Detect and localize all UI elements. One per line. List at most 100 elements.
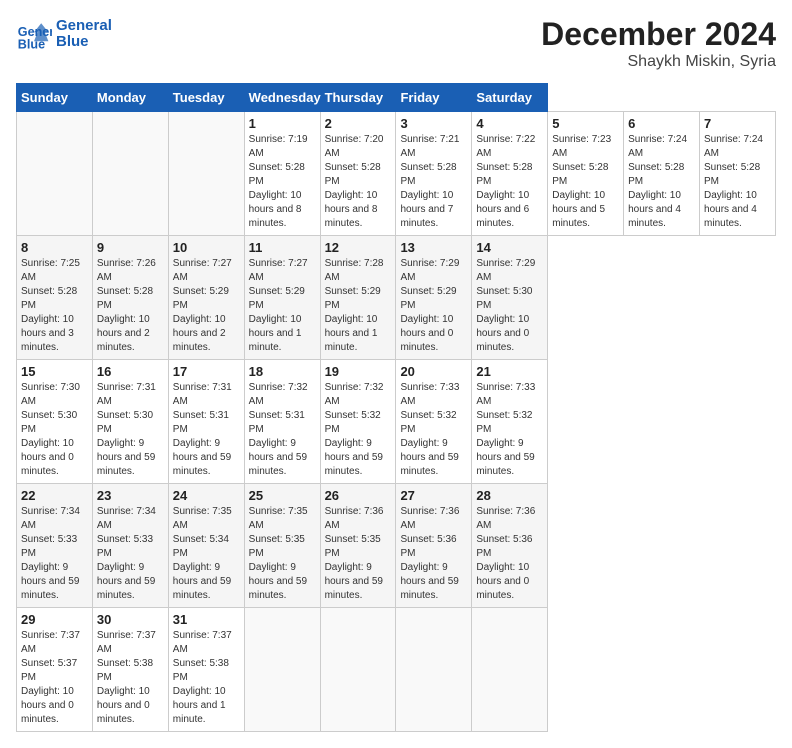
day-number: 7: [704, 116, 771, 131]
calendar-cell: [320, 608, 396, 732]
calendar-cell: 11 Sunrise: 7:27 AMSunset: 5:29 PMDaylig…: [244, 236, 320, 360]
calendar-cell: 3 Sunrise: 7:21 AMSunset: 5:28 PMDayligh…: [396, 112, 472, 236]
calendar-cell: 4 Sunrise: 7:22 AMSunset: 5:28 PMDayligh…: [472, 112, 548, 236]
day-number: 13: [400, 240, 467, 255]
calendar-cell: [244, 608, 320, 732]
day-info: Sunrise: 7:35 AMSunset: 5:35 PMDaylight:…: [249, 505, 316, 603]
calendar-cell: 15 Sunrise: 7:30 AMSunset: 5:30 PMDaylig…: [17, 360, 93, 484]
weekday-header-wednesday: Wednesday: [244, 84, 320, 112]
day-number: 27: [400, 488, 467, 503]
day-info: Sunrise: 7:24 AMSunset: 5:28 PMDaylight:…: [704, 133, 771, 231]
day-info: Sunrise: 7:29 AMSunset: 5:29 PMDaylight:…: [400, 257, 467, 355]
calendar-cell: 1 Sunrise: 7:19 AMSunset: 5:28 PMDayligh…: [244, 112, 320, 236]
weekday-header-saturday: Saturday: [472, 84, 548, 112]
calendar-cell: 16 Sunrise: 7:31 AMSunset: 5:30 PMDaylig…: [92, 360, 168, 484]
day-number: 24: [173, 488, 240, 503]
calendar-cell: 13 Sunrise: 7:29 AMSunset: 5:29 PMDaylig…: [396, 236, 472, 360]
calendar-cell: 9 Sunrise: 7:26 AMSunset: 5:28 PMDayligh…: [92, 236, 168, 360]
day-info: Sunrise: 7:36 AMSunset: 5:35 PMDaylight:…: [325, 505, 392, 603]
day-number: 4: [476, 116, 543, 131]
day-number: 21: [476, 364, 543, 379]
day-number: 5: [552, 116, 619, 131]
calendar-week-5: 29 Sunrise: 7:37 AMSunset: 5:37 PMDaylig…: [17, 608, 776, 732]
calendar-cell: 26 Sunrise: 7:36 AMSunset: 5:35 PMDaylig…: [320, 484, 396, 608]
calendar-cell: 6 Sunrise: 7:24 AMSunset: 5:28 PMDayligh…: [624, 112, 700, 236]
calendar-cell: 8 Sunrise: 7:25 AMSunset: 5:28 PMDayligh…: [17, 236, 93, 360]
day-number: 8: [21, 240, 88, 255]
calendar-cell: [92, 112, 168, 236]
logo: General Blue General Blue: [16, 16, 112, 52]
day-info: Sunrise: 7:36 AMSunset: 5:36 PMDaylight:…: [400, 505, 467, 603]
day-number: 25: [249, 488, 316, 503]
day-info: Sunrise: 7:37 AMSunset: 5:38 PMDaylight:…: [173, 629, 240, 727]
calendar-cell: 29 Sunrise: 7:37 AMSunset: 5:37 PMDaylig…: [17, 608, 93, 732]
calendar-week-4: 22 Sunrise: 7:34 AMSunset: 5:33 PMDaylig…: [17, 484, 776, 608]
day-info: Sunrise: 7:33 AMSunset: 5:32 PMDaylight:…: [400, 381, 467, 479]
day-info: Sunrise: 7:34 AMSunset: 5:33 PMDaylight:…: [21, 505, 88, 603]
calendar-cell: 21 Sunrise: 7:33 AMSunset: 5:32 PMDaylig…: [472, 360, 548, 484]
day-info: Sunrise: 7:37 AMSunset: 5:37 PMDaylight:…: [21, 629, 88, 727]
day-info: Sunrise: 7:34 AMSunset: 5:33 PMDaylight:…: [97, 505, 164, 603]
day-info: Sunrise: 7:28 AMSunset: 5:29 PMDaylight:…: [325, 257, 392, 355]
logo-blue: Blue: [56, 34, 112, 51]
day-number: 9: [97, 240, 164, 255]
calendar-cell: 18 Sunrise: 7:32 AMSunset: 5:31 PMDaylig…: [244, 360, 320, 484]
calendar-cell: 17 Sunrise: 7:31 AMSunset: 5:31 PMDaylig…: [168, 360, 244, 484]
calendar-cell: [168, 112, 244, 236]
weekday-header-row: SundayMondayTuesdayWednesdayThursdayFrid…: [17, 84, 776, 112]
day-info: Sunrise: 7:22 AMSunset: 5:28 PMDaylight:…: [476, 133, 543, 231]
day-number: 26: [325, 488, 392, 503]
location-title: Shaykh Miskin, Syria: [541, 53, 776, 71]
calendar-cell: 19 Sunrise: 7:32 AMSunset: 5:32 PMDaylig…: [320, 360, 396, 484]
page-header: General Blue General Blue December 2024 …: [16, 16, 776, 71]
day-info: Sunrise: 7:36 AMSunset: 5:36 PMDaylight:…: [476, 505, 543, 603]
day-number: 30: [97, 612, 164, 627]
day-number: 14: [476, 240, 543, 255]
day-info: Sunrise: 7:31 AMSunset: 5:30 PMDaylight:…: [97, 381, 164, 479]
day-number: 29: [21, 612, 88, 627]
day-info: Sunrise: 7:26 AMSunset: 5:28 PMDaylight:…: [97, 257, 164, 355]
calendar-cell: 24 Sunrise: 7:35 AMSunset: 5:34 PMDaylig…: [168, 484, 244, 608]
day-info: Sunrise: 7:19 AMSunset: 5:28 PMDaylight:…: [249, 133, 316, 231]
day-info: Sunrise: 7:21 AMSunset: 5:28 PMDaylight:…: [400, 133, 467, 231]
calendar-week-3: 15 Sunrise: 7:30 AMSunset: 5:30 PMDaylig…: [17, 360, 776, 484]
day-number: 18: [249, 364, 316, 379]
day-info: Sunrise: 7:32 AMSunset: 5:31 PMDaylight:…: [249, 381, 316, 479]
day-number: 6: [628, 116, 695, 131]
day-number: 23: [97, 488, 164, 503]
day-number: 2: [325, 116, 392, 131]
logo-icon: General Blue: [16, 16, 52, 52]
weekday-header-monday: Monday: [92, 84, 168, 112]
day-number: 11: [249, 240, 316, 255]
calendar-cell: 12 Sunrise: 7:28 AMSunset: 5:29 PMDaylig…: [320, 236, 396, 360]
day-info: Sunrise: 7:33 AMSunset: 5:32 PMDaylight:…: [476, 381, 543, 479]
calendar-table: SundayMondayTuesdayWednesdayThursdayFrid…: [16, 83, 776, 732]
day-number: 20: [400, 364, 467, 379]
calendar-cell: [17, 112, 93, 236]
calendar-cell: 30 Sunrise: 7:37 AMSunset: 5:38 PMDaylig…: [92, 608, 168, 732]
calendar-cell: 22 Sunrise: 7:34 AMSunset: 5:33 PMDaylig…: [17, 484, 93, 608]
calendar-cell: 14 Sunrise: 7:29 AMSunset: 5:30 PMDaylig…: [472, 236, 548, 360]
weekday-header-sunday: Sunday: [17, 84, 93, 112]
calendar-cell: 25 Sunrise: 7:35 AMSunset: 5:35 PMDaylig…: [244, 484, 320, 608]
calendar-cell: 10 Sunrise: 7:27 AMSunset: 5:29 PMDaylig…: [168, 236, 244, 360]
day-info: Sunrise: 7:25 AMSunset: 5:28 PMDaylight:…: [21, 257, 88, 355]
day-info: Sunrise: 7:20 AMSunset: 5:28 PMDaylight:…: [325, 133, 392, 231]
day-number: 17: [173, 364, 240, 379]
calendar-cell: 20 Sunrise: 7:33 AMSunset: 5:32 PMDaylig…: [396, 360, 472, 484]
day-info: Sunrise: 7:27 AMSunset: 5:29 PMDaylight:…: [173, 257, 240, 355]
calendar-cell: 28 Sunrise: 7:36 AMSunset: 5:36 PMDaylig…: [472, 484, 548, 608]
day-info: Sunrise: 7:32 AMSunset: 5:32 PMDaylight:…: [325, 381, 392, 479]
weekday-header-thursday: Thursday: [320, 84, 396, 112]
calendar-cell: 31 Sunrise: 7:37 AMSunset: 5:38 PMDaylig…: [168, 608, 244, 732]
calendar-cell: 2 Sunrise: 7:20 AMSunset: 5:28 PMDayligh…: [320, 112, 396, 236]
calendar-cell: 27 Sunrise: 7:36 AMSunset: 5:36 PMDaylig…: [396, 484, 472, 608]
day-number: 3: [400, 116, 467, 131]
calendar-week-2: 8 Sunrise: 7:25 AMSunset: 5:28 PMDayligh…: [17, 236, 776, 360]
day-number: 15: [21, 364, 88, 379]
calendar-cell: [396, 608, 472, 732]
day-info: Sunrise: 7:29 AMSunset: 5:30 PMDaylight:…: [476, 257, 543, 355]
month-title: December 2024: [541, 16, 776, 53]
day-number: 28: [476, 488, 543, 503]
day-info: Sunrise: 7:23 AMSunset: 5:28 PMDaylight:…: [552, 133, 619, 231]
